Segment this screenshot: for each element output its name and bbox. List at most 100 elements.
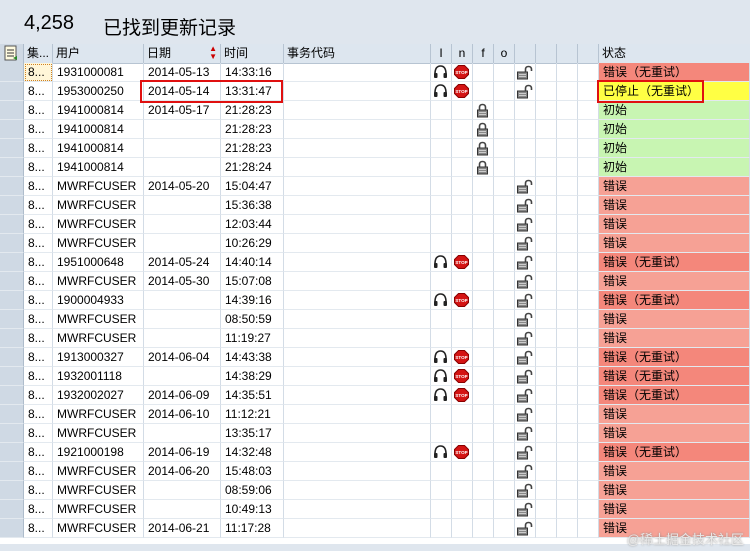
cell-tcode[interactable] — [284, 443, 431, 462]
cell-date[interactable]: 2014-06-10 — [144, 405, 221, 424]
cell-user[interactable]: 1900004933 — [53, 291, 144, 310]
col-n[interactable]: n — [452, 44, 473, 63]
cell-extra-3[interactable] — [557, 120, 578, 139]
cell-user[interactable]: MWRFCUSER — [53, 462, 144, 481]
cell-tcode[interactable] — [284, 196, 431, 215]
lock-open-icon[interactable] — [516, 331, 534, 349]
table-row[interactable]: 8... 1953000250 2014-05-14 13:31:47 已停止（无重试）… — [0, 82, 750, 101]
cell-user[interactable]: 1932001118 — [53, 367, 144, 386]
stop-icon[interactable]: STOP — [454, 65, 469, 82]
cell-f[interactable] — [473, 443, 494, 462]
row-selector[interactable] — [0, 234, 24, 253]
cell-extra-3[interactable] — [557, 329, 578, 348]
cell-i[interactable] — [431, 519, 452, 538]
row-selector[interactable] — [0, 120, 24, 139]
table-row[interactable]: 8... 1913000327 2014-06-04 14:43:38 错误（无重试） S… — [0, 348, 750, 367]
lock-open-icon[interactable] — [516, 521, 534, 539]
row-selector[interactable] — [0, 443, 24, 462]
cell-extra-3[interactable] — [557, 196, 578, 215]
row-selector[interactable] — [0, 291, 24, 310]
cell-extra-3[interactable] — [557, 158, 578, 177]
cell-user[interactable]: 1913000327 — [53, 348, 144, 367]
table-row[interactable]: 8... 1941000814 2014-05-17 21:28:23 初始 — [0, 101, 750, 120]
cell-i[interactable] — [431, 120, 452, 139]
cell-set[interactable]: 8... — [24, 386, 53, 405]
col-extra-4[interactable] — [578, 44, 599, 63]
lock-open-icon[interactable] — [516, 217, 534, 235]
cell-status[interactable]: 初始 — [599, 101, 750, 120]
cell-extra-2[interactable] — [536, 424, 557, 443]
cell-tcode[interactable] — [284, 158, 431, 177]
cell-o[interactable] — [494, 329, 515, 348]
cell-o[interactable] — [494, 481, 515, 500]
row-selector[interactable] — [0, 424, 24, 443]
cell-user[interactable]: MWRFCUSER — [53, 329, 144, 348]
cell-time[interactable]: 14:35:51 — [221, 386, 284, 405]
col-extra-2[interactable] — [536, 44, 557, 63]
cell-time[interactable]: 08:50:59 — [221, 310, 284, 329]
cell-tcode[interactable] — [284, 329, 431, 348]
cell-user[interactable]: 1941000814 — [53, 158, 144, 177]
cell-extra-2[interactable] — [536, 462, 557, 481]
cell-extra-3[interactable] — [557, 234, 578, 253]
cell-o[interactable] — [494, 462, 515, 481]
cell-n[interactable] — [452, 500, 473, 519]
cell-tcode[interactable] — [284, 234, 431, 253]
cell-tcode[interactable] — [284, 348, 431, 367]
cell-status[interactable]: 错误 — [599, 196, 750, 215]
stop-icon[interactable]: STOP — [454, 445, 469, 462]
cell-o[interactable] — [494, 158, 515, 177]
col-extra-3[interactable] — [557, 44, 578, 63]
cell-n[interactable] — [452, 215, 473, 234]
cell-i[interactable] — [431, 500, 452, 519]
cell-extra-2[interactable] — [536, 405, 557, 424]
cell-set[interactable]: 8... — [24, 158, 53, 177]
cell-user[interactable]: MWRFCUSER — [53, 234, 144, 253]
cell-user[interactable]: MWRFCUSER — [53, 519, 144, 538]
lock-open-icon[interactable] — [516, 293, 534, 311]
cell-set[interactable]: 8... — [24, 139, 53, 158]
cell-extra-2[interactable] — [536, 139, 557, 158]
cell-status[interactable]: 初始 — [599, 120, 750, 139]
cell-o[interactable] — [494, 253, 515, 272]
cell-date[interactable] — [144, 329, 221, 348]
cell-extra-2[interactable] — [536, 310, 557, 329]
cell-extra-4[interactable] — [578, 481, 599, 500]
cell-o[interactable] — [494, 310, 515, 329]
cell-extra-3[interactable] — [557, 177, 578, 196]
row-selector[interactable] — [0, 215, 24, 234]
cell-user[interactable]: 1932002027 — [53, 386, 144, 405]
cell-tcode[interactable] — [284, 272, 431, 291]
table-row[interactable]: 8... 1941000814 21:28:24 初始 — [0, 158, 750, 177]
cell-f[interactable] — [473, 310, 494, 329]
row-selector[interactable] — [0, 481, 24, 500]
cell-time[interactable]: 14:32:48 — [221, 443, 284, 462]
cell-f[interactable] — [473, 215, 494, 234]
cell-o[interactable] — [494, 424, 515, 443]
row-selector[interactable] — [0, 348, 24, 367]
cell-date[interactable] — [144, 196, 221, 215]
cell-extra-4[interactable] — [578, 215, 599, 234]
table-row[interactable]: 8... MWRFCUSER 11:19:27 错误 — [0, 329, 750, 348]
cell-user[interactable]: 1941000814 — [53, 139, 144, 158]
cell-n[interactable] — [452, 329, 473, 348]
table-row[interactable]: 8... MWRFCUSER 08:59:06 错误 — [0, 481, 750, 500]
cell-extra-4[interactable] — [578, 272, 599, 291]
cell-status[interactable]: 错误 — [599, 177, 750, 196]
cell-set[interactable]: 8... — [24, 462, 53, 481]
cell-user[interactable]: MWRFCUSER — [53, 500, 144, 519]
col-f[interactable]: f — [473, 44, 494, 63]
lock-open-icon[interactable] — [516, 198, 534, 216]
cell-i[interactable] — [431, 234, 452, 253]
cell-tcode[interactable] — [284, 82, 431, 101]
cell-user[interactable]: MWRFCUSER — [53, 481, 144, 500]
row-selector[interactable] — [0, 63, 24, 82]
lock-icon[interactable] — [476, 103, 489, 121]
cell-status[interactable]: 初始 — [599, 139, 750, 158]
lock-open-icon[interactable] — [516, 65, 534, 83]
table-row[interactable]: 8... MWRFCUSER 2014-06-20 15:48:03 错误 — [0, 462, 750, 481]
lock-icon[interactable] — [476, 122, 489, 140]
table-row[interactable]: 8... MWRFCUSER 13:35:17 错误 — [0, 424, 750, 443]
cell-o[interactable] — [494, 139, 515, 158]
cell-status[interactable]: 错误（无重试） — [599, 348, 750, 367]
